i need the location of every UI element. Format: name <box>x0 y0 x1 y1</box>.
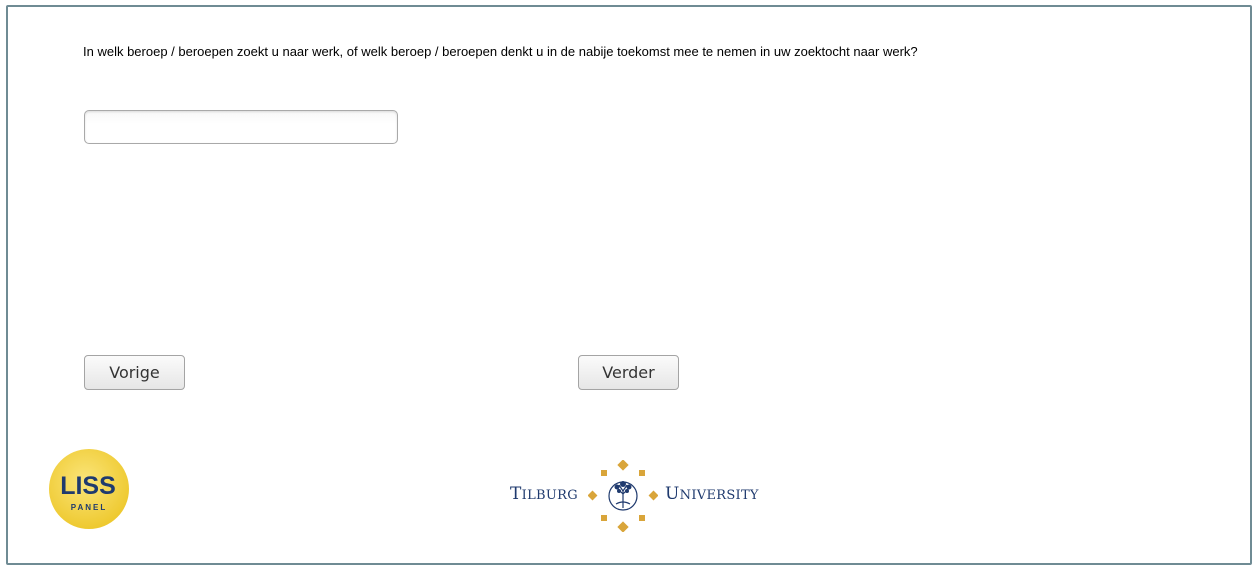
previous-button[interactable]: Vorige <box>84 355 185 390</box>
liss-logo-subtitle: PANEL <box>71 503 108 512</box>
university-word: University <box>665 484 759 504</box>
tilburg-seal-icon <box>588 460 658 532</box>
next-button[interactable]: Verder <box>578 355 679 390</box>
question-text: In welk beroep / beroepen zoekt u naar w… <box>83 44 918 59</box>
liss-logo-word: LISS <box>60 472 116 500</box>
liss-panel-logo: LISS PANEL <box>48 448 130 530</box>
tilburg-university-logo: Tilburg University <box>510 460 770 532</box>
occupation-answer-input[interactable] <box>84 110 398 144</box>
tilburg-word: Tilburg <box>510 484 578 504</box>
